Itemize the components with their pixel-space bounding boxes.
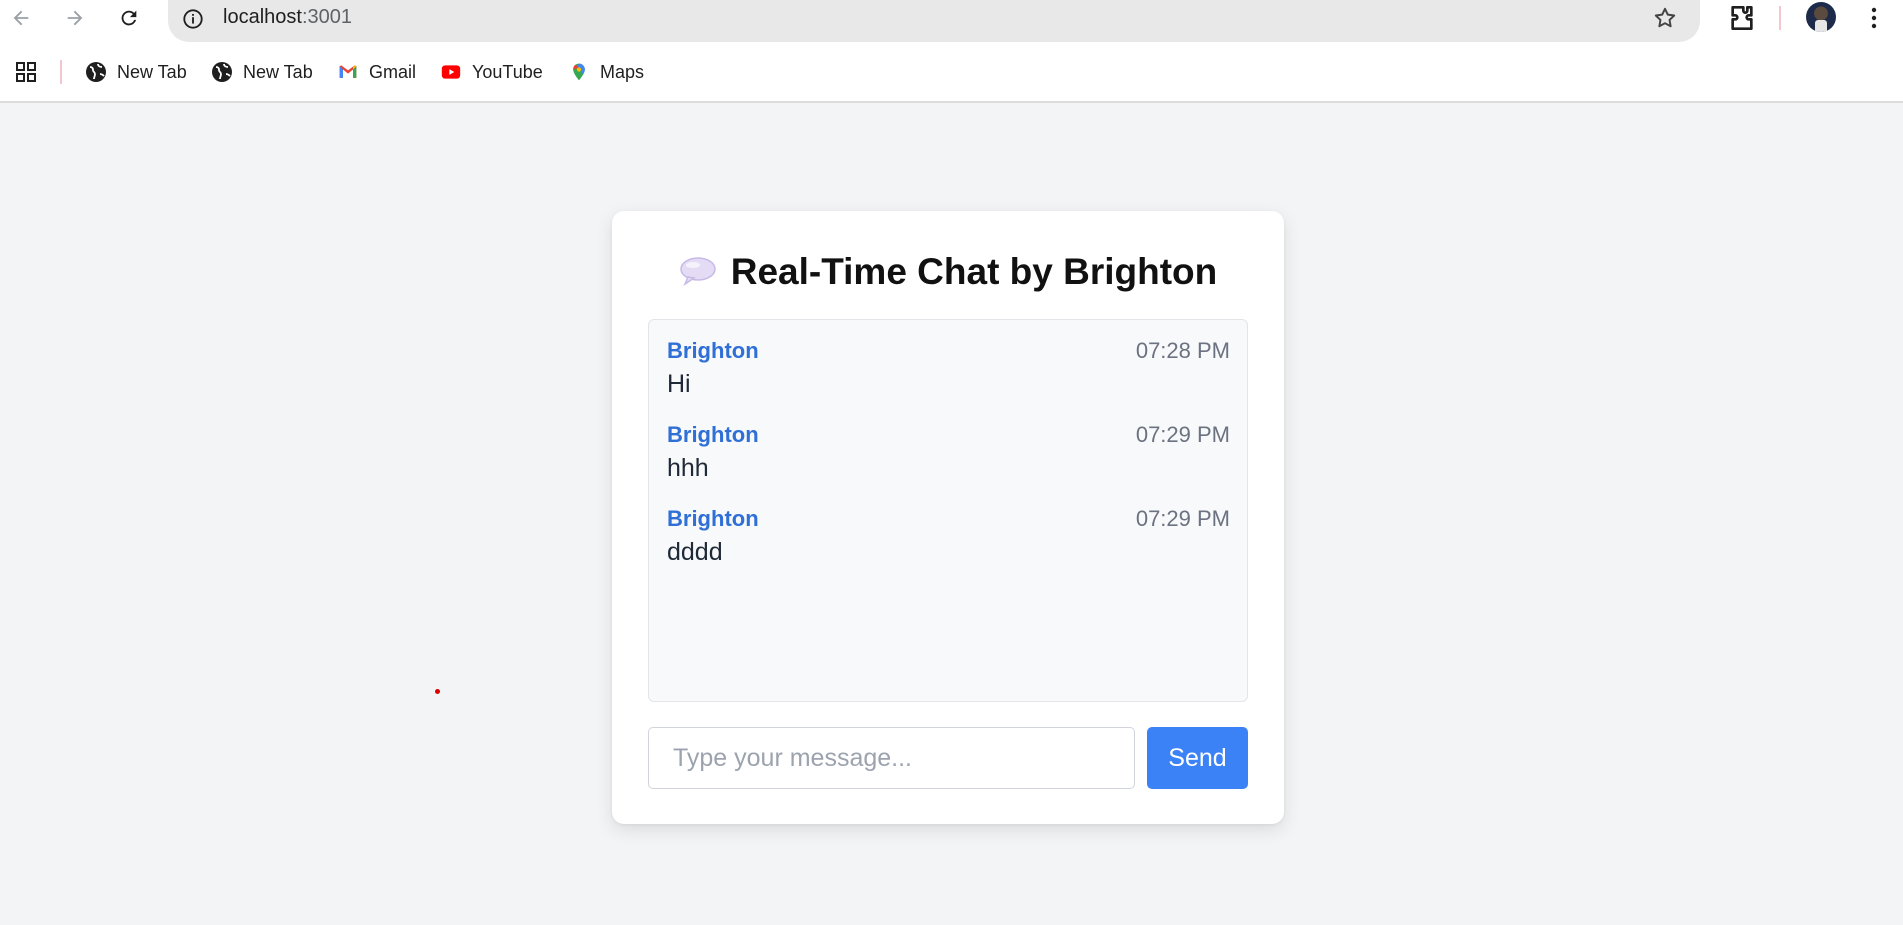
forward-button[interactable] <box>59 2 91 34</box>
apps-grid-icon[interactable] <box>14 60 38 84</box>
message-item: Brighton 07:29 PM hhh <box>667 404 1230 482</box>
reload-icon <box>121 10 137 26</box>
message-text: Hi <box>667 370 691 398</box>
profile-avatar[interactable] <box>1806 2 1836 32</box>
bookmark-new-tab-1[interactable]: New Tab <box>84 58 187 86</box>
send-button[interactable]: Send <box>1147 727 1248 789</box>
bookmark-gmail[interactable]: Gmail <box>336 58 416 86</box>
bookmark-new-tab-2[interactable]: New Tab <box>210 58 313 86</box>
chat-card: Real-Time Chat by Brighton Brighton 07:2… <box>612 211 1284 824</box>
toolbar-divider <box>1779 6 1781 30</box>
globe-icon <box>84 60 108 84</box>
arrow-right-icon <box>67 10 83 26</box>
message-time: 07:29 PM <box>1135 506 1230 531</box>
message-list[interactable]: Brighton 07:28 PM Hi Brighton 07:29 PM h… <box>648 319 1248 702</box>
youtube-icon <box>439 60 463 84</box>
globe-icon <box>210 60 234 84</box>
maps-icon <box>567 60 591 84</box>
message-item: Brighton 07:28 PM Hi <box>667 320 1230 398</box>
bookmark-star-icon[interactable] <box>1652 5 1678 31</box>
cursor-dot <box>435 689 440 694</box>
message-username: Brighton <box>667 338 759 363</box>
bookmarks-bar: New Tab New Tab Gmail YouTube Maps <box>0 50 1903 94</box>
back-button[interactable] <box>5 2 37 34</box>
arrow-left-icon <box>13 10 29 26</box>
message-username: Brighton <box>667 422 759 447</box>
message-username: Brighton <box>667 506 759 531</box>
message-input-wrapper <box>648 727 1135 789</box>
gmail-icon <box>336 60 360 84</box>
address-bar[interactable]: localhost:3001 <box>168 0 1700 42</box>
reload-button[interactable] <box>113 2 145 34</box>
bookmarks-divider <box>60 60 62 84</box>
message-text: dddd <box>667 538 723 566</box>
message-time: 07:28 PM <box>1135 338 1230 363</box>
info-icon[interactable] <box>182 8 204 30</box>
message-input[interactable] <box>649 728 1134 788</box>
speech-bubble-icon <box>679 257 716 286</box>
message-text: hhh <box>667 454 709 482</box>
message-time: 07:29 PM <box>1135 422 1230 447</box>
extensions-icon[interactable] <box>1726 2 1758 34</box>
chrome-border <box>0 101 1903 103</box>
page-title: Real-Time Chat by Brighton <box>612 251 1284 293</box>
message-item: Brighton 07:29 PM dddd <box>667 488 1230 566</box>
url-text[interactable]: localhost:3001 <box>223 6 352 29</box>
bookmark-youtube[interactable]: YouTube <box>439 58 543 86</box>
bookmark-maps[interactable]: Maps <box>567 58 644 86</box>
more-menu-icon[interactable] <box>1862 2 1886 34</box>
